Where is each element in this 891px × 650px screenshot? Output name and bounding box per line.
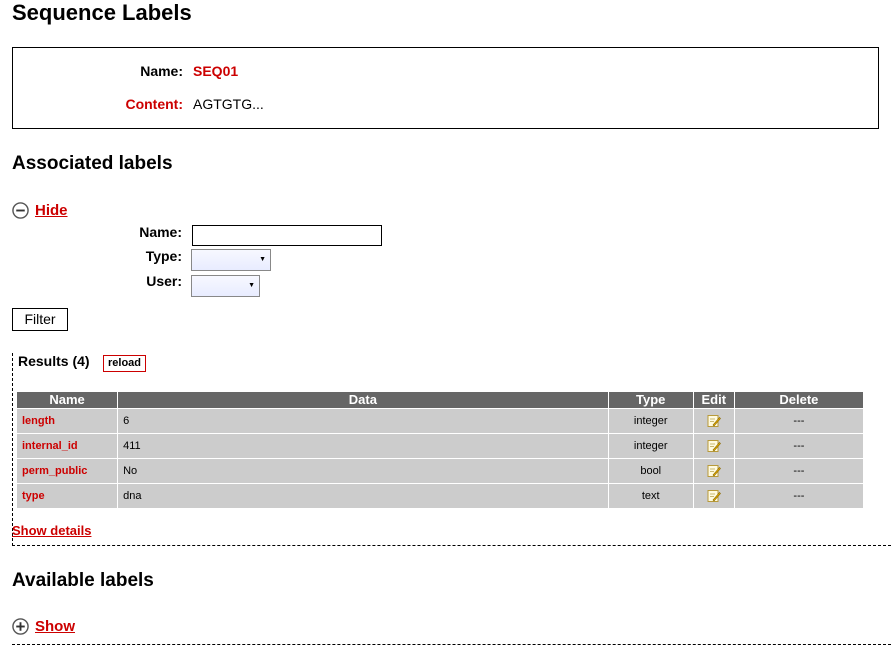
column-header-delete: Delete [734,392,863,408]
filter-user-select[interactable]: ▼ [191,275,260,297]
row-data: 6 [118,409,608,433]
row-edit[interactable] [693,484,734,508]
edit-pencil-icon[interactable] [707,414,721,428]
hide-link[interactable]: Hide [35,202,68,219]
table-row: type dna text --- [17,484,863,508]
associated-labels-heading: Associated labels [12,153,173,174]
row-data: No [118,459,608,483]
edit-pencil-icon[interactable] [707,489,721,503]
row-type: text [608,484,693,508]
table-row: internal_id 411 integer --- [17,434,863,458]
show-details-link[interactable]: Show details [12,523,91,538]
show-toggle[interactable]: Show [12,618,75,635]
plus-circle-icon [12,618,29,635]
row-type: integer [608,409,693,433]
edit-pencil-icon[interactable] [707,464,721,478]
row-name[interactable]: internal_id [17,434,118,458]
sequence-info-box: Name: SEQ01 Content: AGTGTG... [12,47,879,129]
table-row: length 6 integer --- [17,409,863,433]
row-edit[interactable] [693,409,734,433]
section-divider [12,644,891,645]
row-name[interactable]: length [17,409,118,433]
row-type: bool [608,459,693,483]
row-delete: --- [734,409,863,433]
filter-type-select[interactable]: ▼ [191,249,271,271]
row-delete: --- [734,484,863,508]
table-row: perm_public No bool --- [17,459,863,483]
column-header-data: Data [118,392,608,408]
filter-button[interactable]: Filter [12,308,68,331]
row-delete: --- [734,459,863,483]
column-header-type: Type [608,392,693,408]
filter-name-input[interactable] [192,225,382,246]
chevron-down-icon: ▼ [248,282,255,289]
hide-toggle[interactable]: Hide [12,202,68,219]
row-edit[interactable] [693,459,734,483]
row-type: integer [608,434,693,458]
row-data: dna [118,484,608,508]
show-link[interactable]: Show [35,618,75,635]
sequence-content-label: Content: [125,96,183,112]
sequence-name-value: SEQ01 [193,63,239,79]
table-header-row: Name Data Type Edit Delete [17,392,863,408]
sequence-content-value: AGTGTG... [193,96,264,112]
page-title: Sequence Labels [12,0,192,25]
row-delete: --- [734,434,863,458]
chevron-down-icon: ▼ [259,256,266,263]
row-data: 411 [118,434,608,458]
edit-pencil-icon[interactable] [707,439,721,453]
sequence-name-label: Name: [140,63,183,79]
column-header-edit: Edit [693,392,734,408]
minus-circle-icon [12,202,29,219]
reload-button[interactable]: reload [103,355,147,372]
row-name[interactable]: perm_public [17,459,118,483]
results-table: Name Data Type Edit Delete length 6 inte… [16,391,864,509]
filter-type-label: Type: [145,248,182,264]
filter-name-label: Name: [139,224,182,240]
available-labels-heading: Available labels [12,570,154,591]
column-header-name: Name [17,392,118,408]
filter-user-label: User: [146,273,182,289]
row-edit[interactable] [693,434,734,458]
row-name[interactable]: type [17,484,118,508]
results-count: Results (4) [18,353,90,369]
